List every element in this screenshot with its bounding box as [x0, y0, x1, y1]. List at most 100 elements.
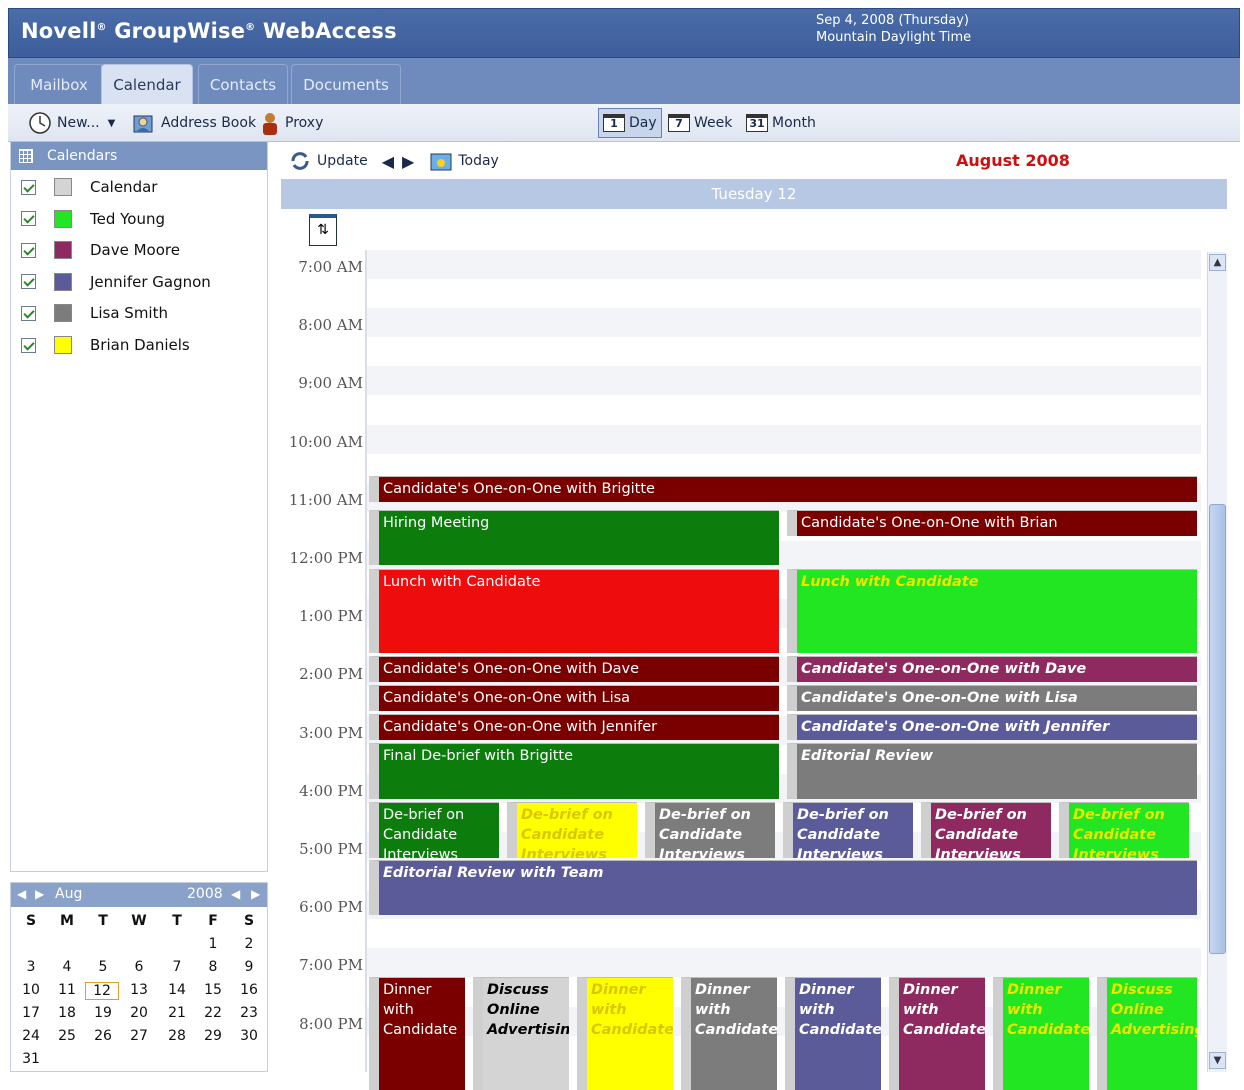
mini-day[interactable]: 9 [231, 959, 267, 975]
calendar-event[interactable]: Candidate's One-on-One with Dave [787, 656, 1197, 682]
calendar-event[interactable]: De-brief on Candidate Interviews [507, 802, 637, 858]
calendar-event[interactable]: Candidate's One-on-One with Brigitte [369, 476, 1197, 502]
calendar-event[interactable]: Discuss Online Advertising [1097, 977, 1197, 1090]
calendar-item[interactable]: Jennifer Gagnon [21, 272, 211, 292]
next-year-icon[interactable]: ▶ [251, 887, 260, 901]
mini-day[interactable]: 18 [49, 1005, 85, 1021]
mini-day[interactable]: 30 [231, 1028, 267, 1044]
sort-icon[interactable]: ⇅ [309, 214, 337, 246]
calendar-event[interactable]: Candidate's One-on-One with Lisa [369, 685, 779, 711]
mini-day[interactable]: 29 [195, 1028, 231, 1044]
mini-day[interactable]: 25 [49, 1028, 85, 1044]
mini-day[interactable]: 26 [85, 1028, 121, 1044]
calendar-event[interactable]: De-brief on Candidate Interviews [783, 802, 913, 858]
calendar-event[interactable]: De-brief on Candidate Interviews [645, 802, 775, 858]
prev-day-icon[interactable]: ◀ [382, 152, 394, 171]
tab-calendar[interactable]: Calendar [101, 64, 193, 104]
calendar-checkbox[interactable] [21, 179, 36, 195]
mini-day[interactable]: 20 [121, 1005, 157, 1021]
mini-day[interactable]: 7 [159, 959, 195, 975]
calendar-item[interactable]: Dave Moore [21, 240, 180, 260]
mini-day[interactable]: 23 [231, 1005, 267, 1021]
address-book-button[interactable]: Address Book [130, 104, 256, 142]
time-slot[interactable] [367, 948, 1201, 978]
calendar-event[interactable]: Lunch with Candidate [787, 569, 1197, 653]
scroll-thumb[interactable] [1209, 504, 1226, 954]
calendar-checkbox[interactable] [21, 242, 36, 258]
scroll-down-icon[interactable]: ▼ [1209, 1052, 1226, 1069]
calendar-event[interactable]: De-brief on Candidate Interviews [369, 802, 499, 858]
chevron-down-icon[interactable]: ▼ [108, 118, 116, 129]
calendar-event[interactable]: Dinner with Candidate [577, 977, 673, 1090]
time-slot[interactable] [367, 250, 1201, 279]
calendar-event[interactable]: Dinner with Candidate [681, 977, 777, 1090]
next-day-icon[interactable]: ▶ [402, 152, 414, 171]
view-week-button[interactable]: 7 Week [664, 108, 736, 138]
today-button[interactable]: Today [458, 153, 499, 169]
calendar-item[interactable]: Calendar [21, 177, 157, 197]
proxy-button[interactable]: Proxy [260, 104, 323, 142]
tab-documents[interactable]: Documents [291, 64, 401, 104]
vertical-scrollbar[interactable]: ▲ ▼ [1207, 252, 1227, 1072]
calendar-event[interactable]: De-brief on Candidate Interviews [921, 802, 1051, 858]
calendar-event[interactable]: Dinner with Candidate [785, 977, 881, 1090]
mini-day[interactable]: 2 [231, 936, 267, 952]
mini-day[interactable]: 5 [85, 959, 121, 975]
mini-day[interactable]: 17 [13, 1005, 49, 1021]
mini-day[interactable]: 11 [49, 982, 85, 998]
mini-day[interactable]: 24 [13, 1028, 49, 1044]
calendar-event[interactable]: Discuss Online Advertising [473, 977, 569, 1090]
mini-day[interactable]: 4 [49, 959, 85, 975]
calendar-event[interactable]: Dinner with Candidate [993, 977, 1089, 1090]
mini-day[interactable]: 19 [85, 1005, 121, 1021]
prev-year-icon[interactable]: ◀ [231, 887, 240, 901]
mini-day[interactable]: 1 [195, 936, 231, 952]
prev-month-icon[interactable]: ◀ [17, 887, 26, 901]
time-slot[interactable] [367, 308, 1201, 338]
update-refresh-icon[interactable] [289, 150, 311, 172]
calendar-event[interactable]: Dinner with Candidate [889, 977, 985, 1090]
calendar-event[interactable]: Editorial Review [787, 743, 1197, 799]
calendar-checkbox[interactable] [21, 305, 36, 321]
calendar-event[interactable]: Editorial Review with Team [369, 860, 1197, 915]
view-month-button[interactable]: 31 Month [742, 108, 820, 138]
mini-day[interactable]: 28 [159, 1028, 195, 1044]
mini-day[interactable]: 16 [231, 982, 267, 998]
mini-day[interactable]: 13 [121, 982, 157, 998]
time-slot[interactable] [367, 424, 1201, 454]
calendar-event[interactable]: Lunch with Candidate [369, 569, 779, 653]
next-month-icon[interactable]: ▶ [35, 887, 44, 901]
tab-contacts[interactable]: Contacts [198, 64, 288, 104]
mini-day[interactable]: 15 [195, 982, 231, 998]
calendar-checkbox[interactable] [21, 274, 36, 290]
update-button[interactable]: Update [317, 153, 368, 169]
mini-day[interactable]: 27 [121, 1028, 157, 1044]
mini-day[interactable]: 10 [13, 982, 49, 998]
mini-day[interactable]: 6 [121, 959, 157, 975]
calendar-event[interactable]: Candidate's One-on-One with Dave [369, 656, 779, 682]
time-slot[interactable] [367, 366, 1201, 396]
calendar-item[interactable]: Ted Young [21, 209, 165, 229]
calendar-item[interactable]: Brian Daniels [21, 335, 190, 355]
calendar-event[interactable]: Hiring Meeting [369, 510, 779, 565]
mini-day[interactable]: 22 [195, 1005, 231, 1021]
calendar-item[interactable]: Lisa Smith [21, 303, 168, 323]
mini-day[interactable]: 31 [13, 1051, 49, 1067]
calendar-event[interactable]: De-brief on Candidate Interviews [1059, 802, 1189, 858]
mini-day[interactable]: 8 [195, 959, 231, 975]
view-day-button[interactable]: 1 Day [598, 108, 662, 138]
calendar-checkbox[interactable] [21, 211, 36, 227]
mini-day[interactable]: 12 [85, 982, 119, 1000]
mini-day[interactable]: 21 [159, 1005, 195, 1021]
calendar-event[interactable]: Candidate's One-on-One with Jennifer [369, 714, 779, 740]
mini-day[interactable]: 14 [159, 982, 195, 998]
tab-mailbox[interactable]: Mailbox [14, 64, 104, 104]
scroll-up-icon[interactable]: ▲ [1209, 254, 1226, 271]
calendar-event[interactable]: Dinner with Candidate [369, 977, 465, 1090]
today-icon[interactable] [430, 151, 452, 171]
calendar-checkbox[interactable] [21, 337, 36, 353]
new-button[interactable]: New... ▼ [28, 104, 115, 142]
calendar-event[interactable]: Candidate's One-on-One with Brian [787, 510, 1197, 536]
calendar-event[interactable]: Candidate's One-on-One with Jennifer [787, 714, 1197, 740]
calendar-event[interactable]: Final De-brief with Brigitte [369, 743, 779, 799]
